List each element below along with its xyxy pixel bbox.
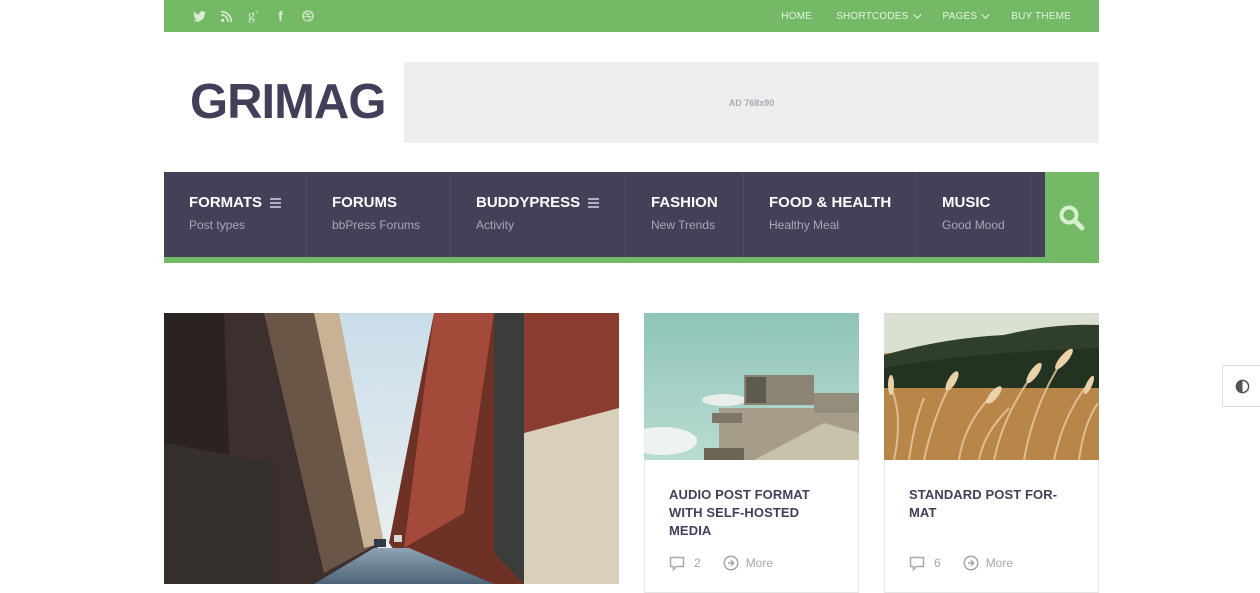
social-links: g+ f bbox=[186, 0, 321, 32]
top-nav-pages[interactable]: PAGES bbox=[943, 10, 990, 22]
top-nav-shortcodes[interactable]: SHORTCODES bbox=[836, 10, 922, 22]
post-card: AUDIO POST FORMAT WITH SELF-HOSTED MEDIA… bbox=[644, 313, 859, 593]
nav-item-buddypress[interactable]: BUDDYPRESS Activity bbox=[451, 172, 626, 257]
nav-item-fashion[interactable]: FASHION New Trends bbox=[626, 172, 744, 257]
comment-icon bbox=[669, 556, 685, 571]
comment-count[interactable]: 2 bbox=[694, 556, 701, 570]
comment-icon bbox=[909, 556, 925, 571]
comment-count[interactable]: 6 bbox=[934, 556, 941, 570]
more-link[interactable]: More bbox=[963, 555, 1013, 571]
rss-icon[interactable] bbox=[213, 0, 240, 32]
chevron-down-icon bbox=[981, 10, 990, 19]
arrow-circle-right-icon bbox=[723, 555, 739, 571]
site-logo[interactable]: GRIMAG bbox=[190, 74, 386, 130]
top-bar: g+ f HOME SHORTCODES PAGES BUY THEME bbox=[164, 0, 1099, 32]
post-meta: 2 More bbox=[669, 555, 773, 571]
twitter-icon[interactable] bbox=[186, 0, 213, 32]
chevron-down-icon bbox=[912, 10, 922, 19]
post-title[interactable]: STANDARD POST FOR-MAT bbox=[909, 486, 1079, 522]
post-image[interactable] bbox=[644, 313, 859, 460]
dribbble-icon[interactable] bbox=[294, 0, 321, 32]
contrast-icon bbox=[1235, 379, 1250, 393]
menu-icon bbox=[270, 197, 281, 208]
google-plus-icon[interactable]: g+ bbox=[240, 0, 267, 32]
top-navigation: HOME SHORTCODES PAGES BUY THEME bbox=[757, 0, 1071, 32]
top-nav-buy-theme[interactable]: BUY THEME bbox=[1011, 11, 1071, 22]
ad-banner[interactable]: AD 768x90 bbox=[404, 62, 1099, 143]
nav-item-music[interactable]: MUSIC Good Mood bbox=[917, 172, 1031, 257]
post-meta: 6 More bbox=[909, 555, 1013, 571]
contrast-toggle-button[interactable] bbox=[1222, 365, 1260, 407]
post-title[interactable]: AUDIO POST FORMAT WITH SELF-HOSTED MEDIA bbox=[669, 486, 839, 540]
main-navigation: FORMATS Post types FORUMS bbPress Forums… bbox=[164, 172, 1045, 257]
concrete-bunker-photo bbox=[644, 313, 859, 460]
arrow-circle-right-icon bbox=[963, 555, 979, 571]
wheat-field-photo bbox=[884, 313, 1099, 460]
nav-item-formats[interactable]: FORMATS Post types bbox=[164, 172, 307, 257]
post-image[interactable] bbox=[884, 313, 1099, 460]
post-card: STANDARD POST FOR-MAT 6 More bbox=[884, 313, 1099, 593]
more-link[interactable]: More bbox=[723, 555, 773, 571]
city-street-photo bbox=[164, 313, 619, 584]
search-icon bbox=[1059, 205, 1085, 230]
facebook-icon[interactable]: f bbox=[267, 0, 294, 32]
top-nav-home[interactable]: HOME bbox=[781, 11, 812, 22]
nav-item-food-health[interactable]: FOOD & HEALTH Healthy Meal bbox=[744, 172, 917, 257]
nav-underline bbox=[164, 257, 1099, 263]
menu-icon bbox=[588, 197, 600, 208]
featured-post-image[interactable] bbox=[164, 313, 619, 584]
nav-item-forums[interactable]: FORUMS bbPress Forums bbox=[307, 172, 451, 257]
search-button[interactable] bbox=[1045, 172, 1099, 263]
ad-label: AD 768x90 bbox=[728, 97, 775, 108]
